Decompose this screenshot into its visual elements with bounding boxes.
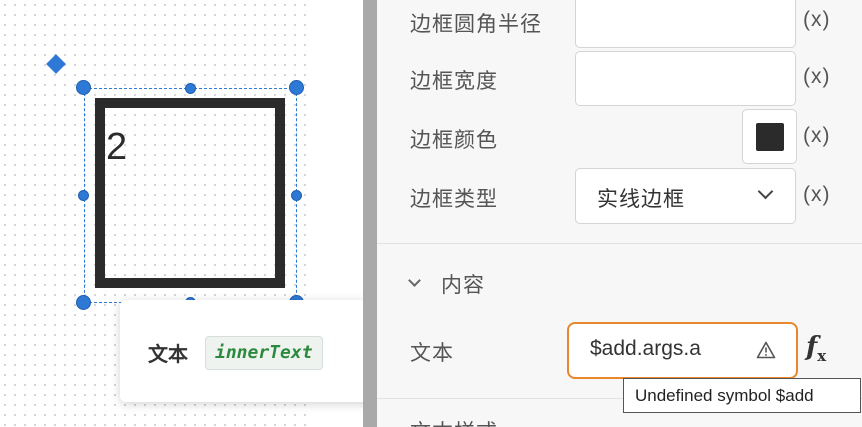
tooltip-label: 文本 [148, 342, 188, 366]
content-section-title[interactable]: 内容 [441, 269, 485, 299]
border-width-expression-toggle[interactable]: (x) [803, 65, 831, 89]
border-radius-expression-toggle[interactable]: (x) [803, 8, 831, 32]
border-width-label: 边框宽度 [410, 69, 498, 93]
text-style-section-title[interactable]: 文本样式 [410, 416, 498, 427]
border-radius-label: 边框圆角半径 [410, 12, 542, 36]
border-color-label: 边框颜色 [410, 128, 498, 152]
function-fx-icon[interactable]: fx [806, 332, 826, 365]
text-property-label: 文本 [410, 341, 454, 365]
resize-handle-right[interactable] [291, 190, 302, 201]
text-expression-value: $add.args.a [590, 337, 701, 360]
border-color-expression-toggle[interactable]: (x) [803, 124, 831, 148]
border-radius-input[interactable] [575, 0, 796, 48]
border-width-input[interactable] [575, 51, 796, 106]
section-divider [377, 243, 862, 244]
border-color-swatch [756, 123, 784, 151]
warning-icon [756, 341, 776, 359]
error-tooltip: Undefined symbol $add [623, 378, 861, 413]
tooltip-code-tag: innerText [205, 336, 323, 370]
resize-handle-top-left[interactable] [76, 80, 91, 95]
border-type-value: 实线边框 [597, 187, 685, 211]
resize-handle-bottom-left[interactable] [76, 295, 91, 310]
resize-handle-left[interactable] [78, 190, 89, 201]
resize-handle-top[interactable] [185, 83, 196, 94]
resize-handle-top-right[interactable] [289, 80, 304, 95]
border-type-label: 边框类型 [410, 187, 498, 211]
component-text: 2 [106, 126, 128, 168]
border-type-expression-toggle[interactable]: (x) [803, 183, 831, 207]
panel-scrollbar[interactable] [363, 0, 377, 427]
